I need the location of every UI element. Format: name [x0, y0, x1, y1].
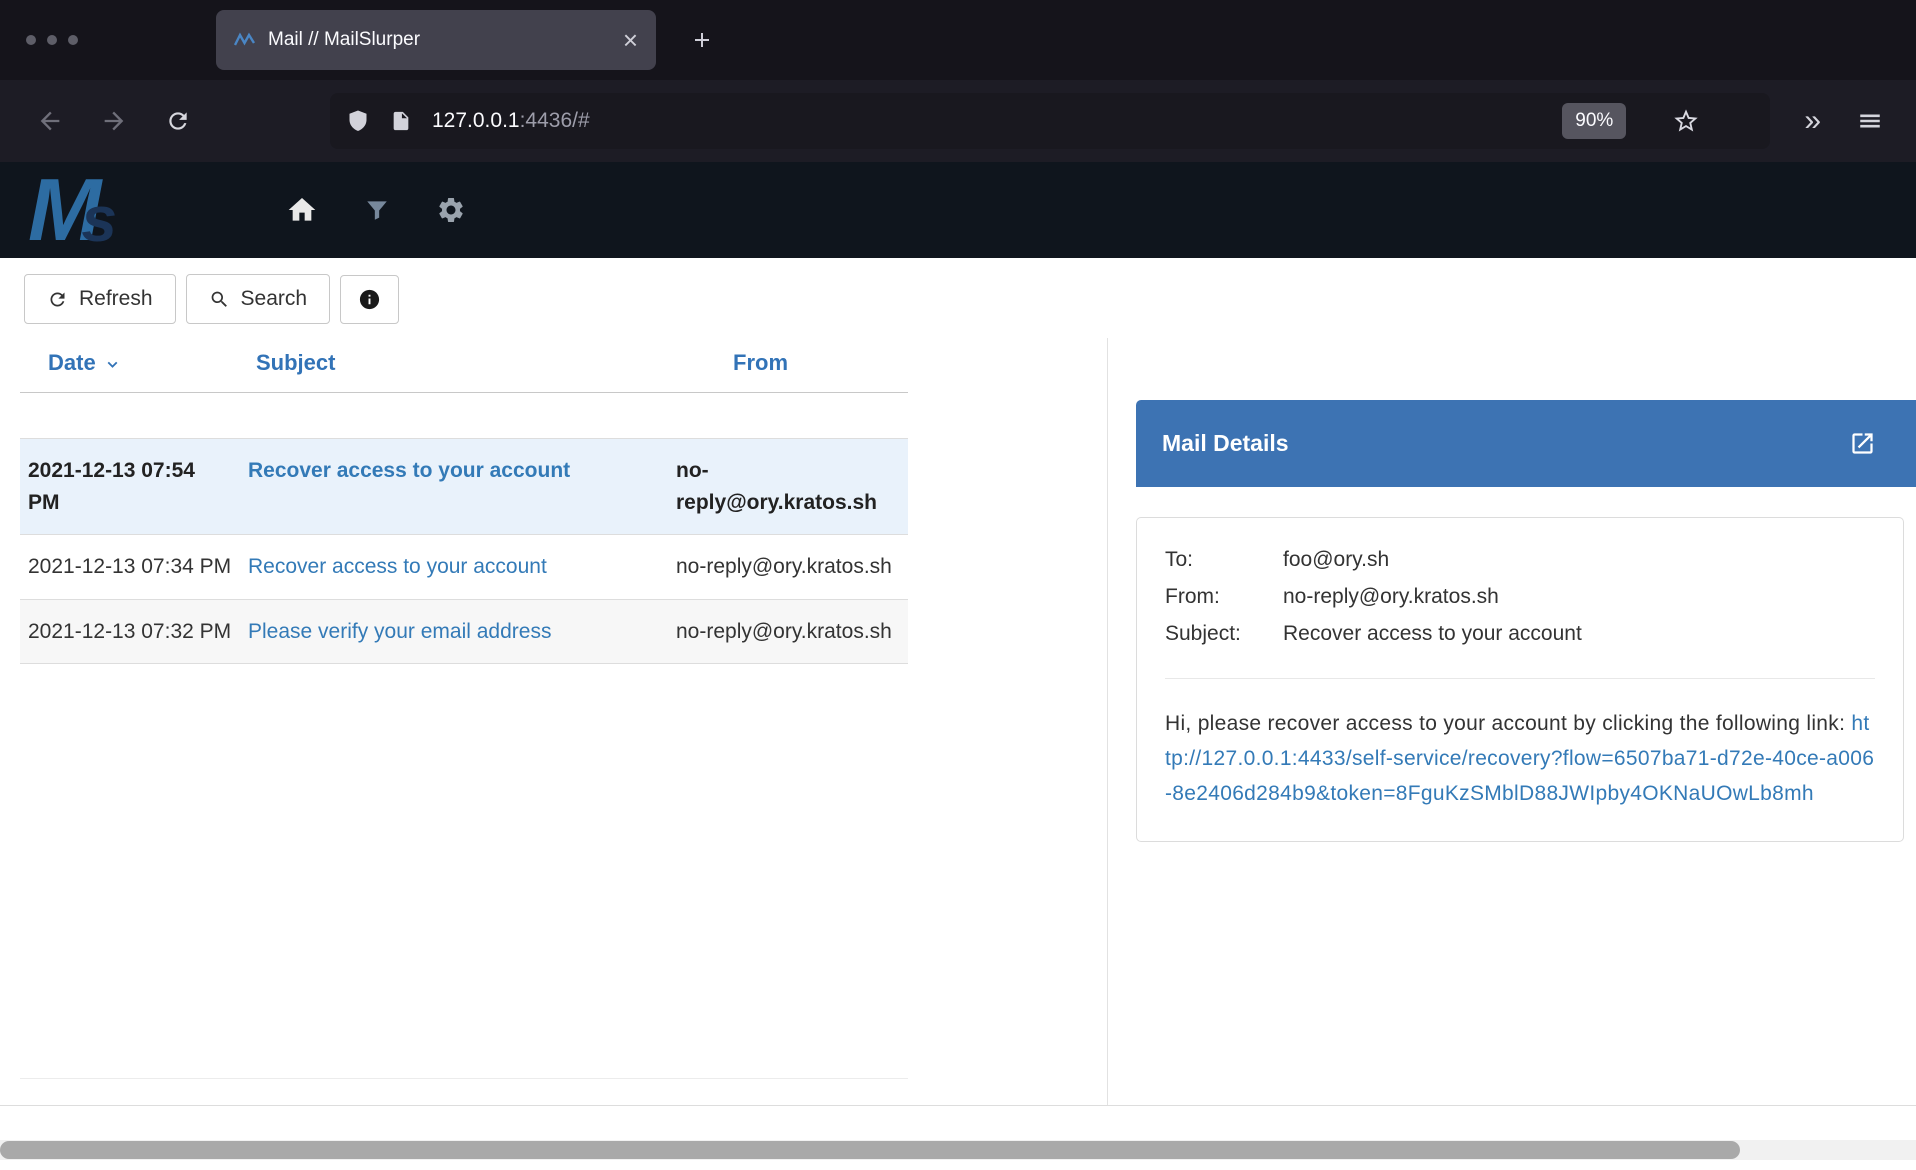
- home-icon[interactable]: [286, 194, 318, 226]
- main-panes: Date Subject From 2021-12-13 07:54 PM Re…: [0, 338, 1916, 1105]
- url-text: 127.0.0.1:4436/#: [432, 109, 1542, 133]
- window-control-dot[interactable]: [68, 35, 78, 45]
- app-content: Refresh Search: [0, 258, 1916, 1170]
- overflow-menu-icon[interactable]: »: [1804, 104, 1818, 138]
- column-header-date[interactable]: Date: [20, 338, 240, 393]
- sort-descending-icon: [104, 356, 121, 373]
- column-header-subject[interactable]: Subject: [240, 338, 668, 393]
- tab-close-icon[interactable]: ×: [623, 27, 638, 53]
- card-divider: [1165, 678, 1875, 679]
- filter-icon[interactable]: [364, 197, 390, 223]
- new-tab-button[interactable]: [690, 28, 714, 52]
- mail-list-pane: Date Subject From 2021-12-13 07:54 PM Re…: [0, 338, 1108, 1105]
- page-info-icon[interactable]: [390, 109, 412, 133]
- mail-from: no-reply@ory.kratos.sh: [668, 599, 908, 664]
- forward-button[interactable]: [92, 99, 136, 143]
- mail-details-header: Mail Details: [1136, 400, 1916, 487]
- reload-button[interactable]: [156, 99, 200, 143]
- refresh-icon: [47, 289, 68, 310]
- mail-row[interactable]: 2021-12-13 07:34 PM Recover access to yo…: [20, 535, 908, 600]
- refresh-button-label: Refresh: [79, 287, 153, 311]
- to-value: foo@ory.sh: [1283, 542, 1389, 579]
- mail-date: 2021-12-13 07:32 PM: [20, 599, 240, 664]
- back-button[interactable]: [28, 99, 72, 143]
- mail-date: 2021-12-13 07:34 PM: [20, 535, 240, 600]
- zoom-level-button[interactable]: 90%: [1562, 103, 1626, 139]
- subject-label: Subject:: [1165, 616, 1283, 653]
- mail-body-text: Hi, please recover access to your accoun…: [1165, 712, 1851, 735]
- mailslurper-navbar: M s: [0, 162, 1916, 258]
- window-control-dot[interactable]: [47, 35, 57, 45]
- open-in-new-icon[interactable]: [1849, 430, 1876, 457]
- search-button-label: Search: [241, 287, 308, 311]
- url-input[interactable]: 127.0.0.1:4436/# 90%: [330, 93, 1770, 149]
- mail-subject-link[interactable]: Recover access to your account: [248, 555, 547, 578]
- from-label: From:: [1165, 579, 1283, 616]
- mail-date: 2021-12-13 07:54 PM: [20, 439, 240, 535]
- mail-from: no-reply@ory.kratos.sh: [668, 439, 908, 535]
- toolbar: Refresh Search: [0, 258, 1916, 338]
- info-icon: [358, 288, 381, 311]
- mail-details-pane: Mail Details To: foo@ory.sh From: no-rep…: [1136, 338, 1916, 842]
- subject-value: Recover access to your account: [1283, 616, 1582, 653]
- url-host: 127.0.0.1: [432, 109, 520, 132]
- search-icon: [209, 289, 230, 310]
- tab-title: Mail // MailSlurper: [268, 29, 613, 51]
- mail-details-card: To: foo@ory.sh From: no-reply@ory.kratos…: [1136, 517, 1904, 842]
- shield-icon[interactable]: [346, 108, 370, 134]
- refresh-button[interactable]: Refresh: [24, 274, 176, 324]
- browser-tab[interactable]: Mail // MailSlurper ×: [216, 10, 656, 70]
- mail-table: Date Subject From 2021-12-13 07:54 PM Re…: [20, 338, 908, 664]
- to-label: To:: [1165, 542, 1283, 579]
- content-bottom-divider: [0, 1105, 1916, 1106]
- column-header-from[interactable]: From: [668, 338, 908, 393]
- scrollbar-thumb[interactable]: [0, 1141, 1740, 1159]
- mailslurper-favicon-icon: [234, 32, 256, 48]
- mail-row[interactable]: 2021-12-13 07:32 PM Please verify your e…: [20, 599, 908, 664]
- browser-toolbar: 127.0.0.1:4436/# 90% »: [0, 80, 1916, 162]
- mail-subject-link[interactable]: Recover access to your account: [248, 459, 570, 482]
- from-value: no-reply@ory.kratos.sh: [1283, 579, 1499, 616]
- window-control-dot[interactable]: [26, 35, 36, 45]
- date-header-label: Date: [48, 350, 96, 375]
- browser-tab-strip: Mail // MailSlurper ×: [0, 0, 1916, 80]
- bookmark-star-icon[interactable]: [1672, 107, 1700, 135]
- hamburger-menu-icon[interactable]: [1848, 99, 1892, 143]
- mailslurper-logo: M s: [28, 162, 228, 258]
- info-button[interactable]: [340, 275, 399, 324]
- mail-from: no-reply@ory.kratos.sh: [668, 535, 908, 600]
- mail-subject-link[interactable]: Please verify your email address: [248, 620, 551, 643]
- search-button[interactable]: Search: [186, 274, 331, 324]
- navbar-icons: [286, 194, 466, 226]
- window-controls[interactable]: [26, 35, 86, 45]
- url-port-path: :4436/#: [520, 109, 590, 132]
- horizontal-scrollbar[interactable]: [0, 1140, 1916, 1160]
- mail-row[interactable]: 2021-12-13 07:54 PM Recover access to yo…: [20, 439, 908, 535]
- mail-body: Hi, please recover access to your accoun…: [1165, 707, 1875, 811]
- settings-gear-icon[interactable]: [436, 195, 466, 225]
- logo-letter-s: s: [81, 182, 117, 256]
- mail-details-title: Mail Details: [1162, 430, 1289, 457]
- screen: Mail // MailSlurper × 127.0.0.1:4436/# 9…: [0, 0, 1916, 1170]
